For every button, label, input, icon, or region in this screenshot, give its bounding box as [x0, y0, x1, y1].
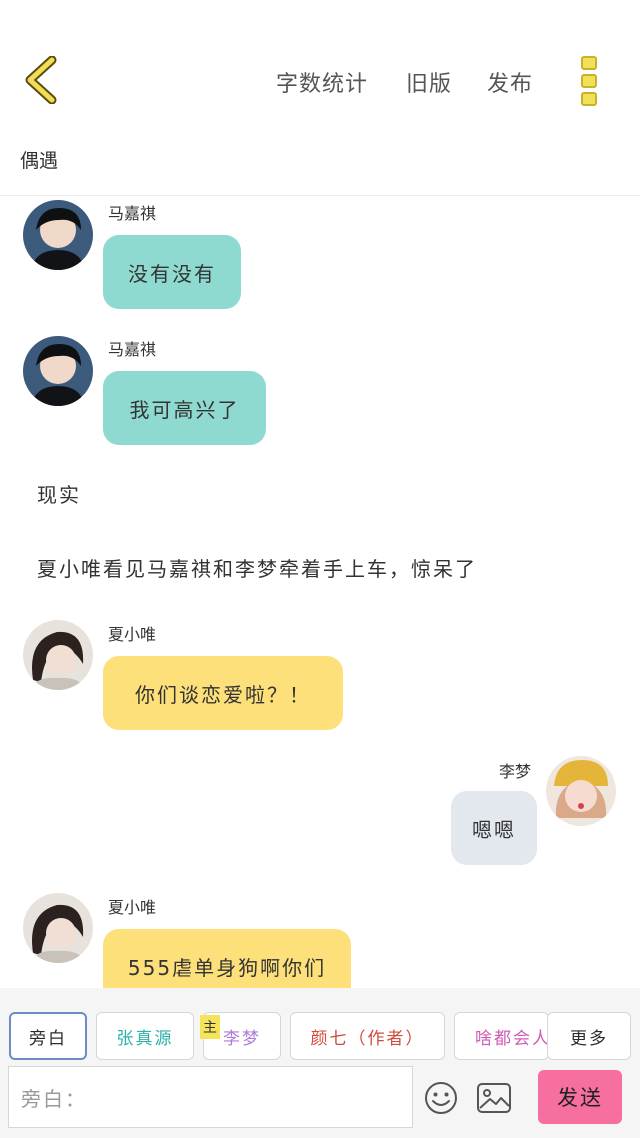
narration-text: 现实 [37, 483, 81, 507]
menu-dot-icon [581, 56, 597, 70]
sender-name: 夏小唯 [108, 898, 157, 917]
divider [0, 195, 640, 196]
more-menu-button[interactable] [578, 56, 600, 106]
emoji-icon[interactable] [423, 1080, 459, 1116]
message-bubble[interactable]: 你们谈恋爱啦？！ [103, 656, 343, 730]
message-input[interactable]: 旁白： [8, 1066, 413, 1128]
send-button[interactable]: 发送 [538, 1070, 622, 1124]
avatar-xia-xiaowei[interactable] [23, 620, 93, 690]
sender-name: 马嘉祺 [108, 204, 157, 223]
image-icon[interactable] [476, 1081, 512, 1117]
word-count-link[interactable]: 字数统计 [276, 66, 368, 98]
chevron-left-icon [25, 55, 57, 105]
main-role-badge: 主 [200, 1015, 220, 1039]
sender-name: 马嘉祺 [108, 340, 157, 359]
message-bubble[interactable]: 嗯嗯 [451, 791, 537, 865]
avatar-ma-jiaqi[interactable] [23, 200, 93, 270]
message-bubble[interactable]: 我可高兴了 [103, 371, 266, 445]
role-tab-other[interactable]: 啥都会人 [454, 1012, 549, 1060]
old-version-link[interactable]: 旧版 [406, 66, 452, 98]
publish-link[interactable]: 发布 [487, 66, 533, 98]
avatar-ma-jiaqi[interactable] [23, 336, 93, 406]
narration-text: 夏小唯看见马嘉祺和李梦牵着手上车，惊呆了 [37, 557, 477, 581]
menu-dot-icon [581, 74, 597, 88]
role-tab-zhang-zhenyuan[interactable]: 张真源 [96, 1012, 194, 1060]
avatar-xia-xiaowei[interactable] [23, 893, 93, 963]
story-title: 偶遇 [20, 150, 59, 172]
message-bubble[interactable]: 没有没有 [103, 235, 241, 309]
sender-name: 夏小唯 [108, 625, 157, 644]
avatar-li-meng[interactable] [546, 756, 616, 826]
role-tab-narration[interactable]: 旁白 [9, 1012, 87, 1060]
menu-dot-icon [581, 92, 597, 106]
role-tab-author[interactable]: 颜七（作者） [290, 1012, 445, 1060]
sender-name: 李梦 [499, 762, 532, 781]
role-more-button[interactable]: 更多 [547, 1012, 631, 1060]
back-button[interactable] [22, 55, 62, 105]
